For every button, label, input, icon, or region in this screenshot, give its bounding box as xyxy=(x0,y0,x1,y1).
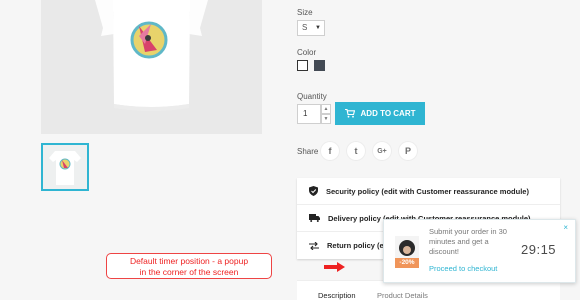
color-swatch-dark[interactable] xyxy=(314,60,325,71)
product-avatar-image xyxy=(399,240,415,256)
countdown-popup: × -20% Submit your order in 30 minutes a… xyxy=(383,219,576,283)
color-swatch-white[interactable] xyxy=(297,60,308,71)
tshirt-thumb-image xyxy=(49,151,81,185)
annotation-line-2: in the corner of the screen xyxy=(139,267,239,277)
pinterest-icon[interactable]: P xyxy=(398,141,418,161)
countdown-timer: 29:15 xyxy=(521,242,557,257)
chevron-up-icon[interactable]: ▲ xyxy=(321,104,331,114)
annotation-line-1: Default timer position - a popup xyxy=(129,256,249,266)
size-select[interactable]: S ▼ xyxy=(297,20,325,36)
tshirt-image xyxy=(95,0,208,111)
quantity-label: Quantity xyxy=(297,92,327,101)
discount-badge: -20% xyxy=(395,258,419,268)
size-value: S xyxy=(302,23,308,32)
product-tabs: Description Product Details xyxy=(297,280,560,300)
add-to-cart-button[interactable]: ADD TO CART xyxy=(335,102,425,125)
quantity-input[interactable]: 1 xyxy=(297,104,321,124)
add-to-cart-label: ADD TO CART xyxy=(360,109,416,118)
reassurance-security: Security policy (edit with Customer reas… xyxy=(297,178,560,205)
facebook-icon[interactable]: f xyxy=(320,141,340,161)
share-label: Share xyxy=(297,147,319,156)
timer-position-annotation: Default timer position - a popup in the … xyxy=(106,253,272,279)
product-page: Size S ▼ Color Quantity 1 ▲ ▼ ADD TO CAR… xyxy=(0,0,580,300)
twitter-icon[interactable]: t xyxy=(346,141,366,161)
shield-icon xyxy=(309,186,318,196)
proceed-to-checkout-link[interactable]: Proceed to checkout xyxy=(429,264,497,273)
tab-description[interactable]: Description xyxy=(318,291,356,300)
exchange-icon xyxy=(309,241,319,250)
reassurance-security-label: Security policy (edit with Customer reas… xyxy=(326,186,529,196)
color-label: Color xyxy=(297,48,317,57)
caret-down-icon: ▼ xyxy=(315,25,321,31)
close-icon[interactable]: × xyxy=(563,223,568,232)
google-plus-icon[interactable]: G+ xyxy=(372,141,392,161)
truck-icon xyxy=(309,214,320,222)
cart-icon xyxy=(344,109,355,118)
tab-product-details[interactable]: Product Details xyxy=(377,291,428,300)
product-main-image[interactable] xyxy=(41,0,262,134)
product-thumbnail[interactable] xyxy=(41,143,89,191)
chevron-down-icon[interactable]: ▼ xyxy=(321,114,331,124)
popup-message: Submit your order in 30 minutes and get … xyxy=(429,227,507,256)
size-label: Size xyxy=(297,8,313,17)
arrow-right-icon xyxy=(324,262,345,272)
